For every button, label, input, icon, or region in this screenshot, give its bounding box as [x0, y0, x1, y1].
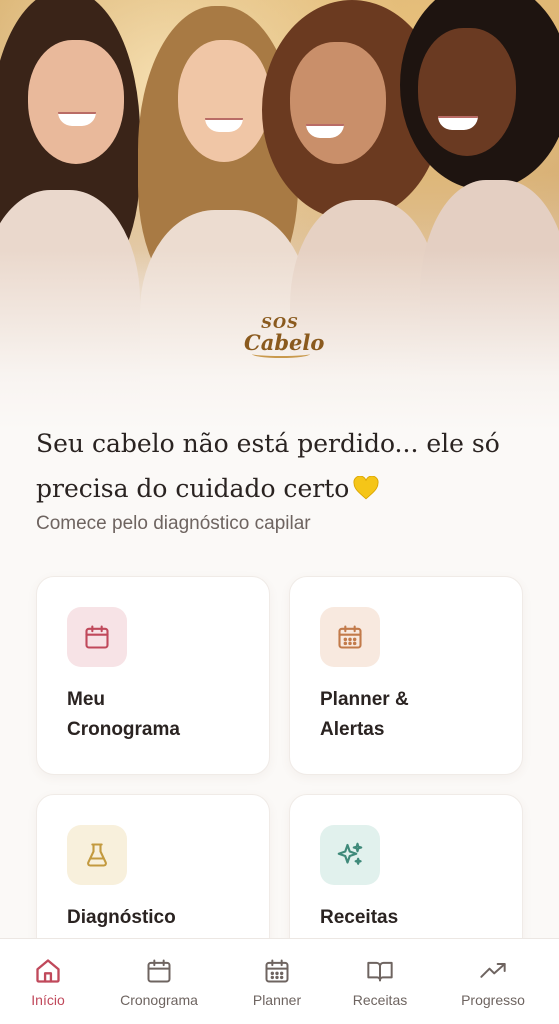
- card-title: Diagnóstico: [67, 903, 257, 933]
- nav-item-label: Receitas: [352, 992, 408, 1008]
- brand-logo: SOS Cabelo: [244, 314, 324, 360]
- card-title-line1: Planner &: [320, 689, 409, 710]
- book-open-icon: [367, 961, 393, 982]
- card-icon-box: [67, 607, 127, 667]
- home-screen: SOS Cabelo Seu cabelo não está perdido..…: [0, 0, 559, 1024]
- card-title-line2: Cronograma: [67, 719, 180, 740]
- nav-item-receitas[interactable]: Receitas: [330, 939, 430, 1024]
- bottom-nav: Início Cronograma Planner Receitas Progr…: [0, 938, 559, 1024]
- trending-up-icon: [480, 963, 506, 978]
- card-title: Receitas: [320, 903, 510, 933]
- card-icon-box: [320, 607, 380, 667]
- nav-item-planner[interactable]: Planner: [227, 939, 327, 1024]
- card-title-line1: Receitas: [320, 907, 399, 928]
- home-icon: [36, 959, 60, 983]
- headline-line2-wrap: precisa do cuidado certo: [36, 466, 526, 511]
- nav-item-label: Cronograma: [120, 992, 198, 1008]
- nav-item-progresso[interactable]: Progresso: [443, 939, 543, 1024]
- nav-item-inicio[interactable]: Início: [0, 939, 98, 1024]
- brand-logo-swoosh: [252, 350, 310, 358]
- nav-item-label: Início: [31, 992, 65, 1008]
- headline-line1: Seu cabelo não está perdido... ele só: [36, 429, 500, 458]
- hero-image: SOS Cabelo: [0, 0, 559, 430]
- calendar-icon: [147, 959, 171, 983]
- card-meu-cronograma[interactable]: Meu Cronograma: [36, 576, 270, 775]
- nav-item-label: Progresso: [461, 992, 525, 1008]
- nav-item-label: Planner: [252, 992, 302, 1008]
- brand-logo-line1: SOS: [261, 314, 299, 332]
- nav-item-cronograma[interactable]: Cronograma: [109, 939, 209, 1024]
- card-title-line1: Diagnóstico: [67, 907, 176, 928]
- yellow-heart-icon: [353, 469, 379, 500]
- card-title-line2: Alertas: [320, 719, 385, 740]
- card-planner-alertas[interactable]: Planner & Alertas: [289, 576, 523, 775]
- card-title: Planner & Alertas: [320, 685, 510, 745]
- calendar-icon: [85, 625, 109, 649]
- card-icon-box: [67, 825, 127, 885]
- subheadline: Comece pelo diagnóstico capilar: [36, 513, 311, 534]
- card-icon-box: [320, 825, 380, 885]
- calendar-grid-icon: [265, 959, 289, 983]
- sparkles-icon: [337, 842, 363, 865]
- headline-line2: precisa do cuidado certo: [36, 474, 350, 503]
- card-title-line1: Meu: [67, 689, 105, 710]
- headline: Seu cabelo não está perdido... ele só pr…: [36, 421, 526, 511]
- flask-icon: [87, 843, 107, 867]
- card-title: Meu Cronograma: [67, 685, 257, 745]
- calendar-grid-icon: [338, 625, 362, 649]
